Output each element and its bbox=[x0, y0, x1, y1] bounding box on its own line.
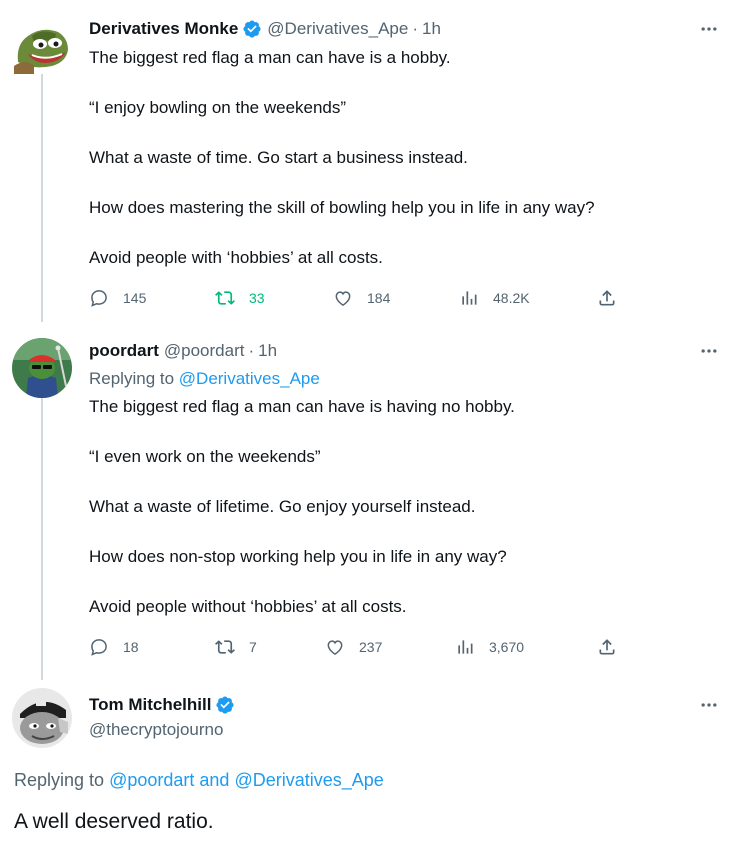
separator-dot: · bbox=[412, 19, 419, 38]
action-bar: 145 33 184 48.2K bbox=[89, 286, 629, 310]
tweet-line: How does mastering the skill of bowling … bbox=[89, 198, 595, 217]
retweet-button[interactable]: 7 bbox=[215, 635, 257, 659]
tweet-poordart[interactable]: poordart @poordart · 1h Replying to @Der… bbox=[0, 330, 741, 670]
views-icon bbox=[458, 640, 473, 654]
avatar-tom-mitchelhill[interactable] bbox=[12, 688, 72, 748]
tweet-tom-mitchelhill[interactable]: Tom Mitchelhill @thecryptojourno Replyin… bbox=[0, 680, 741, 847]
author-handle[interactable]: @Derivatives_Ape bbox=[267, 19, 408, 39]
tweet-line-blank bbox=[89, 569, 709, 594]
reply-icon bbox=[91, 290, 107, 307]
tweet-line: The biggest red flag a man can have is h… bbox=[89, 397, 515, 416]
like-button[interactable]: 237 bbox=[325, 635, 382, 659]
tweet-line-blank bbox=[89, 220, 709, 245]
tweet-text: A well deserved ratio. bbox=[14, 810, 214, 833]
views-icon bbox=[462, 291, 477, 305]
reply-count: 145 bbox=[123, 290, 147, 306]
mention-link[interactable]: @Derivatives_Ape bbox=[179, 369, 320, 388]
tweet-line: What a waste of lifetime. Go enjoy yours… bbox=[89, 497, 476, 516]
author-name[interactable]: poordart bbox=[89, 341, 159, 361]
tweet-line-blank bbox=[89, 120, 709, 145]
tweet-line: “I enjoy bowling on the weekends” bbox=[89, 98, 347, 117]
tweet-text: The biggest red flag a man can have is a… bbox=[89, 45, 709, 270]
more-options-icon[interactable] bbox=[697, 17, 721, 41]
tweet-line: Avoid people without ‘hobbies’ at all co… bbox=[89, 597, 407, 616]
replying-to-label: Replying to bbox=[14, 770, 110, 790]
share-button[interactable] bbox=[597, 635, 617, 659]
share-button[interactable] bbox=[597, 286, 617, 310]
verified-badge-icon bbox=[215, 695, 235, 715]
author-name[interactable]: Derivatives Monke bbox=[89, 19, 238, 39]
retweet-icon bbox=[215, 291, 235, 305]
tweet-line: “I even work on the weekends” bbox=[89, 447, 321, 466]
tweet-line-blank bbox=[89, 519, 709, 544]
more-options-icon[interactable] bbox=[697, 693, 721, 717]
tweet-line-blank bbox=[89, 70, 709, 95]
like-count: 237 bbox=[359, 639, 383, 655]
retweet-count: 7 bbox=[249, 639, 257, 655]
reply-button[interactable]: 145 bbox=[89, 286, 146, 310]
reply-icon bbox=[91, 639, 107, 656]
verified-badge-icon bbox=[242, 19, 262, 39]
like-icon bbox=[335, 291, 351, 306]
avatar-derivatives-monke[interactable] bbox=[12, 14, 72, 74]
author-name[interactable]: Tom Mitchelhill bbox=[89, 695, 211, 715]
mention-link[interactable]: @Derivatives_Ape bbox=[234, 770, 383, 790]
timestamp[interactable]: 1h bbox=[422, 19, 441, 39]
tweet-header: Tom Mitchelhill bbox=[89, 693, 235, 717]
tweet-line: Avoid people with ‘hobbies’ at all costs… bbox=[89, 248, 383, 267]
more-options-icon[interactable] bbox=[697, 339, 721, 363]
like-icon bbox=[327, 640, 343, 655]
tweet-line-blank bbox=[89, 469, 709, 494]
views-count: 48.2K bbox=[493, 290, 530, 306]
tweet-line-blank bbox=[89, 419, 709, 444]
replying-to: Replying to @poordart and @Derivatives_A… bbox=[14, 770, 384, 791]
retweet-button[interactable]: 33 bbox=[215, 286, 265, 310]
avatar-poordart[interactable] bbox=[12, 338, 72, 398]
retweet-icon bbox=[215, 640, 235, 654]
like-button[interactable]: 184 bbox=[333, 286, 390, 310]
views-button[interactable]: 3,670 bbox=[455, 635, 524, 659]
tweet-derivatives-monke[interactable]: Derivatives Monke @Derivatives_Ape · 1h … bbox=[0, 0, 741, 330]
tweet-line: The biggest red flag a man can have is a… bbox=[89, 48, 451, 67]
like-count: 184 bbox=[367, 290, 391, 306]
author-handle[interactable]: @poordart bbox=[164, 341, 245, 361]
replying-to-label: Replying to bbox=[89, 369, 179, 388]
share-icon bbox=[599, 639, 615, 655]
reply-button[interactable]: 18 bbox=[89, 635, 139, 659]
share-icon bbox=[599, 290, 615, 306]
tweet-line-blank bbox=[89, 170, 709, 195]
reply-count: 18 bbox=[123, 639, 139, 655]
views-button[interactable]: 48.2K bbox=[459, 286, 530, 310]
retweet-count: 33 bbox=[249, 290, 265, 306]
views-count: 3,670 bbox=[489, 639, 525, 655]
replying-to-and: and bbox=[194, 770, 235, 790]
tweet-header: poordart @poordart · 1h bbox=[89, 339, 277, 363]
tweet-line: How does non-stop working help you in li… bbox=[89, 547, 507, 566]
tweet-header: Derivatives Monke @Derivatives_Ape · 1h bbox=[89, 17, 441, 41]
replying-to: Replying to @Derivatives_Ape bbox=[89, 369, 320, 389]
timestamp[interactable]: 1h bbox=[258, 341, 277, 361]
mention-link[interactable]: @poordart bbox=[109, 770, 194, 790]
tweet-line: What a waste of time. Go start a busines… bbox=[89, 148, 468, 167]
tweet-text: The biggest red flag a man can have is h… bbox=[89, 394, 709, 619]
author-handle[interactable]: @thecryptojourno bbox=[89, 720, 223, 740]
action-bar: 18 7 237 3,670 bbox=[89, 635, 629, 659]
separator-dot: · bbox=[248, 341, 255, 360]
